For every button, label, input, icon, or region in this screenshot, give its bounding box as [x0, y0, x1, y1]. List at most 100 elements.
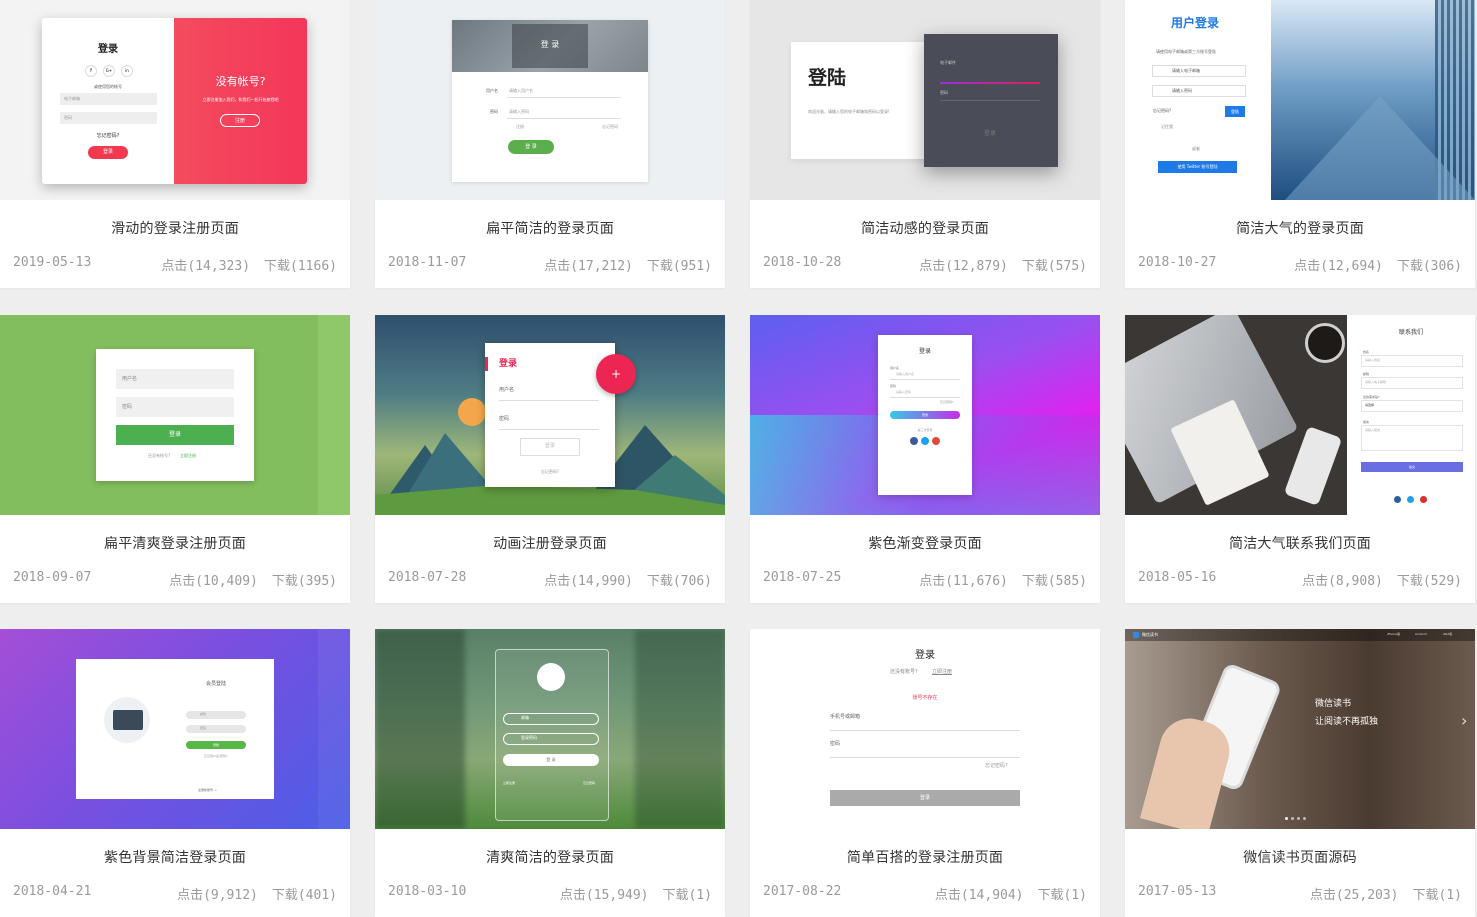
card-date: 2018-10-28: [763, 255, 842, 270]
forgot-link: 忘记密码: [602, 124, 618, 129]
register-button: 注册: [220, 114, 260, 127]
preview-image[interactable]: 联系我们 姓名 请输入姓名 邮箱 请输入电子邮箱 您的需求是? 请选择 留言 请…: [1125, 315, 1475, 515]
register-hint: 还没有账号?: [890, 669, 918, 675]
login-button: 登陆: [1225, 106, 1245, 117]
template-card[interactable]: 登 录 用户名 请输入用户名 密码 请输入密码 注册 忘记密码 登 录 扁平简洁…: [375, 0, 725, 288]
password-field: 密码: [122, 404, 133, 410]
username-label: 用户名: [486, 88, 498, 93]
card-title[interactable]: 扁平清爽登录注册页面: [0, 533, 350, 553]
card-meta: 2018-05-16 点击(8,908) 下载(529): [1138, 570, 1462, 590]
card-title[interactable]: 简洁大气联系我们页面: [1125, 533, 1475, 553]
username-field: 用户名: [499, 387, 515, 393]
forgot-link: 忘记密码?: [1153, 108, 1172, 113]
card-meta: 2017-08-22 点击(14,904) 下载(1): [763, 884, 1087, 904]
download-count[interactable]: 下载(1): [1038, 888, 1087, 903]
preview-heading: 登录: [499, 359, 518, 369]
preview-heading: 登录: [918, 348, 931, 355]
register-link: 立即注册: [932, 669, 953, 675]
account-field: 手机号或邮箱: [830, 714, 861, 720]
card-date: 2018-10-27: [1138, 255, 1217, 270]
template-card[interactable]: 微信读书 iPhone版 Android iPad版 微信读书 让阅读不再孤独 …: [1125, 629, 1475, 917]
avatar: [537, 663, 565, 691]
template-card[interactable]: 用户名 密码 登录 还没有帐号? 立即注册 扁平清爽登录注册页面 2018-09…: [0, 315, 350, 603]
password-label: 密码: [490, 109, 498, 114]
card-title[interactable]: 清爽简洁的登录页面: [375, 847, 725, 867]
template-card[interactable]: 登录 f G+ in 或使用您的帐号 电子邮箱 密码 忘记密码? 登录 没有帐号…: [0, 0, 350, 288]
card-title[interactable]: 简洁动感的登录页面: [750, 218, 1100, 238]
card-date: 2018-04-21: [13, 884, 92, 899]
card-title[interactable]: 微信读书页面源码: [1125, 847, 1475, 867]
message-field: 请输入留言: [1365, 428, 1381, 432]
view-count: 点击(14,904): [934, 888, 1024, 903]
password-field: 密码: [64, 115, 72, 120]
template-card[interactable]: 邮箱 登录密码 登 录 立即注册 忘记密码 清爽简洁的登录页面 2018-03-…: [375, 629, 725, 917]
password-label: 密码: [890, 384, 897, 388]
download-count[interactable]: 下载(706): [647, 574, 712, 589]
social-icon: [1394, 496, 1401, 503]
view-count: 点击(12,879): [919, 259, 1008, 274]
preview-image[interactable]: 登录 f G+ in 或使用您的帐号 电子邮箱 密码 忘记密码? 登录 没有帐号…: [0, 0, 350, 200]
template-card[interactable]: 登录 还没有账号? 立即注册 账号不存在 手机号或邮箱 密码 忘记密码? 登录 …: [750, 629, 1100, 917]
preview-image[interactable]: 邮箱 登录密码 登 录 立即注册 忘记密码: [375, 629, 725, 829]
template-card[interactable]: 登陆 欢迎光临，请输入您的电子邮箱和密码以登录! 电子邮件 密码 登录 简洁动感…: [750, 0, 1100, 288]
register-link: 注册新账号 →: [198, 788, 217, 792]
card-title[interactable]: 简单百搭的登录注册页面: [750, 847, 1100, 867]
view-count: 点击(17,212): [544, 259, 633, 274]
preview-image[interactable]: 用户登录 请使用电子邮箱或第三方账号登陆 请输入电子邮箱 请输入密码 忘记密码?…: [1125, 0, 1475, 200]
login-button: 登 录: [546, 757, 556, 762]
preview-image[interactable]: 会员登陆 邮箱 密码 登陆 忘记用户名/密码? 注册新账号 →: [0, 629, 350, 829]
preview-image[interactable]: 登录 用户名 请输入用户名 密码 请输入密码 忘记密码? 登录 第三方登录: [750, 315, 1100, 515]
card-date: 2018-03-10: [388, 884, 467, 899]
download-count[interactable]: 下载(575): [1022, 259, 1087, 274]
download-count[interactable]: 下载(1166): [264, 259, 337, 274]
preview-image[interactable]: 登 录 用户名 请输入用户名 密码 请输入密码 注册 忘记密码 登 录: [375, 0, 725, 200]
preview-image[interactable]: 登陆 欢迎光临，请输入您的电子邮箱和密码以登录! 电子邮件 密码 登录: [750, 0, 1100, 200]
facebook-icon: f: [85, 65, 97, 77]
nav-android: Android: [1415, 632, 1427, 636]
download-count[interactable]: 下载(585): [1022, 574, 1087, 589]
download-count[interactable]: 下载(306): [1397, 259, 1462, 274]
view-count: 点击(9,912): [177, 888, 258, 903]
email-field: 邮箱: [200, 712, 207, 716]
register-link: 立即注册: [503, 781, 516, 785]
name-label: 姓名: [1363, 350, 1370, 354]
download-count[interactable]: 下载(529): [1397, 574, 1462, 589]
preview-text: 欢迎光临，请输入您的电子邮箱和密码以登录!: [808, 109, 890, 114]
card-title[interactable]: 扁平简洁的登录页面: [375, 218, 725, 238]
password-field: 密码: [499, 416, 510, 422]
card-title[interactable]: 动画注册登录页面: [375, 533, 725, 553]
preview-image[interactable]: 登录 还没有账号? 立即注册 账号不存在 手机号或邮箱 密码 忘记密码? 登录: [750, 629, 1100, 829]
template-card[interactable]: 会员登陆 邮箱 密码 登陆 忘记用户名/密码? 注册新账号 → 紫色背景简洁登录…: [0, 629, 350, 917]
download-count[interactable]: 下载(951): [647, 259, 712, 274]
login-button: 登录: [88, 146, 128, 159]
weread-logo-icon: [1133, 632, 1139, 638]
template-card[interactable]: 联系我们 姓名 请输入姓名 邮箱 请输入电子邮箱 您的需求是? 请选择 留言 请…: [1125, 315, 1475, 603]
forgot-link: 忘记密码?: [940, 400, 954, 404]
password-field: 密码: [940, 90, 948, 95]
download-count[interactable]: 下载(1): [663, 888, 712, 903]
preview-image[interactable]: 登录 用户名 密码 登录 忘记密码? +: [375, 315, 725, 515]
download-count[interactable]: 下载(401): [272, 888, 337, 903]
register-hint: 还没有帐号?: [148, 453, 171, 458]
or-divider: 或者: [1192, 146, 1200, 151]
forgot-link: 忘记密码?: [96, 133, 120, 139]
card-title[interactable]: 简洁大气的登录页面: [1125, 218, 1475, 238]
download-count[interactable]: 下载(395): [272, 574, 337, 589]
view-count: 点击(8,908): [1302, 574, 1383, 589]
card-title[interactable]: 紫色背景简洁登录页面: [0, 847, 350, 867]
login-button: 登录: [116, 425, 234, 445]
card-date: 2017-05-13: [1138, 884, 1217, 899]
card-date: 2018-11-07: [388, 255, 467, 270]
remember-checkbox: 记住我: [1161, 124, 1173, 129]
need-label: 您的需求是?: [1363, 395, 1380, 399]
preview-image[interactable]: 微信读书 iPhone版 Android iPad版 微信读书 让阅读不再孤独 …: [1125, 629, 1475, 829]
download-count[interactable]: 下载(1): [1413, 888, 1462, 903]
forgot-link: 忘记密码?: [540, 469, 560, 474]
preview-image[interactable]: 用户名 密码 登录 还没有帐号? 立即注册: [0, 315, 350, 515]
card-title[interactable]: 滑动的登录注册页面: [0, 218, 350, 238]
template-card[interactable]: 用户登录 请使用电子邮箱或第三方账号登陆 请输入电子邮箱 请输入密码 忘记密码?…: [1125, 0, 1475, 288]
preview-subtitle: 请使用电子邮箱或第三方账号登陆: [1156, 49, 1216, 54]
card-title[interactable]: 紫色渐变登录页面: [750, 533, 1100, 553]
template-card[interactable]: 登录 用户名 密码 登录 忘记密码? + 动画注册登录页面 2018-07-28…: [375, 315, 725, 603]
template-card[interactable]: 登录 用户名 请输入用户名 密码 请输入密码 忘记密码? 登录 第三方登录 紫色…: [750, 315, 1100, 603]
